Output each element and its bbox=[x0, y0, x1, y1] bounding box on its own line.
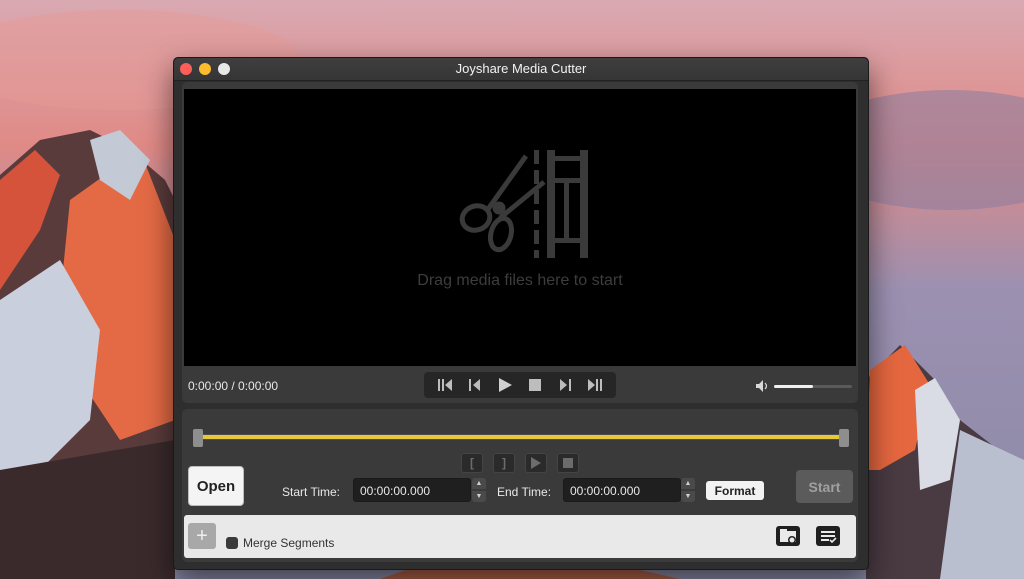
playback-time: 0:00:00 / 0:00:00 bbox=[188, 379, 279, 393]
volume-control[interactable] bbox=[756, 380, 852, 392]
next-file-button[interactable] bbox=[584, 374, 606, 396]
drop-hint-text: Drag media files here to start bbox=[417, 272, 623, 289]
video-drop-area[interactable]: Drag media files here to start bbox=[184, 89, 856, 366]
timeline-selection bbox=[203, 435, 839, 439]
list-icon bbox=[816, 526, 840, 546]
play-icon bbox=[499, 378, 512, 392]
previous-frame-button[interactable] bbox=[464, 374, 486, 396]
segment-tools: [ ] bbox=[461, 453, 579, 473]
start-button[interactable]: Start bbox=[796, 470, 853, 503]
next-frame-button[interactable] bbox=[554, 374, 576, 396]
timeline-slider[interactable] bbox=[193, 427, 849, 447]
bracket-open-icon: [ bbox=[470, 456, 474, 470]
folder-icon bbox=[776, 526, 800, 546]
decrement-icon[interactable]: ▼ bbox=[472, 491, 486, 502]
stop-button[interactable] bbox=[524, 374, 546, 396]
bracket-close-icon: ] bbox=[502, 456, 506, 470]
decrement-icon[interactable]: ▼ bbox=[681, 491, 695, 502]
increment-icon[interactable]: ▲ bbox=[472, 478, 486, 489]
open-button[interactable]: Open bbox=[188, 466, 244, 506]
add-segment-button[interactable]: + bbox=[188, 523, 216, 549]
volume-level bbox=[774, 385, 813, 388]
merge-segments-checkbox[interactable] bbox=[226, 537, 238, 549]
previous-file-button[interactable] bbox=[434, 374, 456, 396]
skip-end-icon bbox=[588, 379, 602, 391]
preview-play-icon bbox=[531, 457, 541, 469]
window-title: Joyshare Media Cutter bbox=[455, 61, 587, 76]
end-time-label: End Time: bbox=[497, 485, 552, 499]
transport-controls bbox=[424, 372, 616, 398]
preview-segment-button[interactable] bbox=[525, 453, 547, 473]
output-folder-button[interactable] bbox=[774, 523, 802, 549]
volume-slider[interactable] bbox=[774, 385, 852, 388]
format-button[interactable]: Format bbox=[706, 481, 764, 500]
start-time-field[interactable]: 00:00:00.000 bbox=[353, 478, 471, 502]
editor-panel: [ ] Open Start Time: 00:00:00.000 ▲ ▼ En… bbox=[182, 409, 858, 562]
end-time-field[interactable]: 00:00:00.000 bbox=[563, 478, 681, 502]
speaker-icon bbox=[756, 380, 768, 392]
stop-preview-button[interactable] bbox=[557, 453, 579, 473]
bottom-bar: + Merge Segments bbox=[184, 515, 856, 558]
play-button[interactable] bbox=[494, 374, 516, 396]
set-end-button[interactable]: ] bbox=[493, 453, 515, 473]
step-back-icon bbox=[469, 379, 480, 391]
merge-segments-label: Merge Segments bbox=[243, 536, 335, 550]
task-list-button[interactable] bbox=[814, 523, 842, 549]
start-handle[interactable] bbox=[193, 429, 203, 447]
end-time-stepper[interactable]: ▲ ▼ bbox=[681, 478, 695, 502]
set-start-button[interactable]: [ bbox=[461, 453, 483, 473]
stop-icon bbox=[529, 379, 541, 391]
step-forward-icon bbox=[560, 379, 571, 391]
stop-icon bbox=[563, 458, 573, 468]
increment-icon[interactable]: ▲ bbox=[681, 478, 695, 489]
start-time-label: Start Time: bbox=[282, 485, 341, 499]
app-window: Joyshare Media Cutter Drag media files h… bbox=[173, 57, 869, 570]
title-bar[interactable]: Joyshare Media Cutter bbox=[174, 58, 868, 81]
skip-start-icon bbox=[438, 379, 452, 391]
start-time-stepper[interactable]: ▲ ▼ bbox=[472, 478, 486, 502]
end-handle[interactable] bbox=[839, 429, 849, 447]
scissors-film-icon bbox=[459, 150, 588, 258]
player-panel: Drag media files here to start 0:00:00 /… bbox=[182, 82, 858, 403]
